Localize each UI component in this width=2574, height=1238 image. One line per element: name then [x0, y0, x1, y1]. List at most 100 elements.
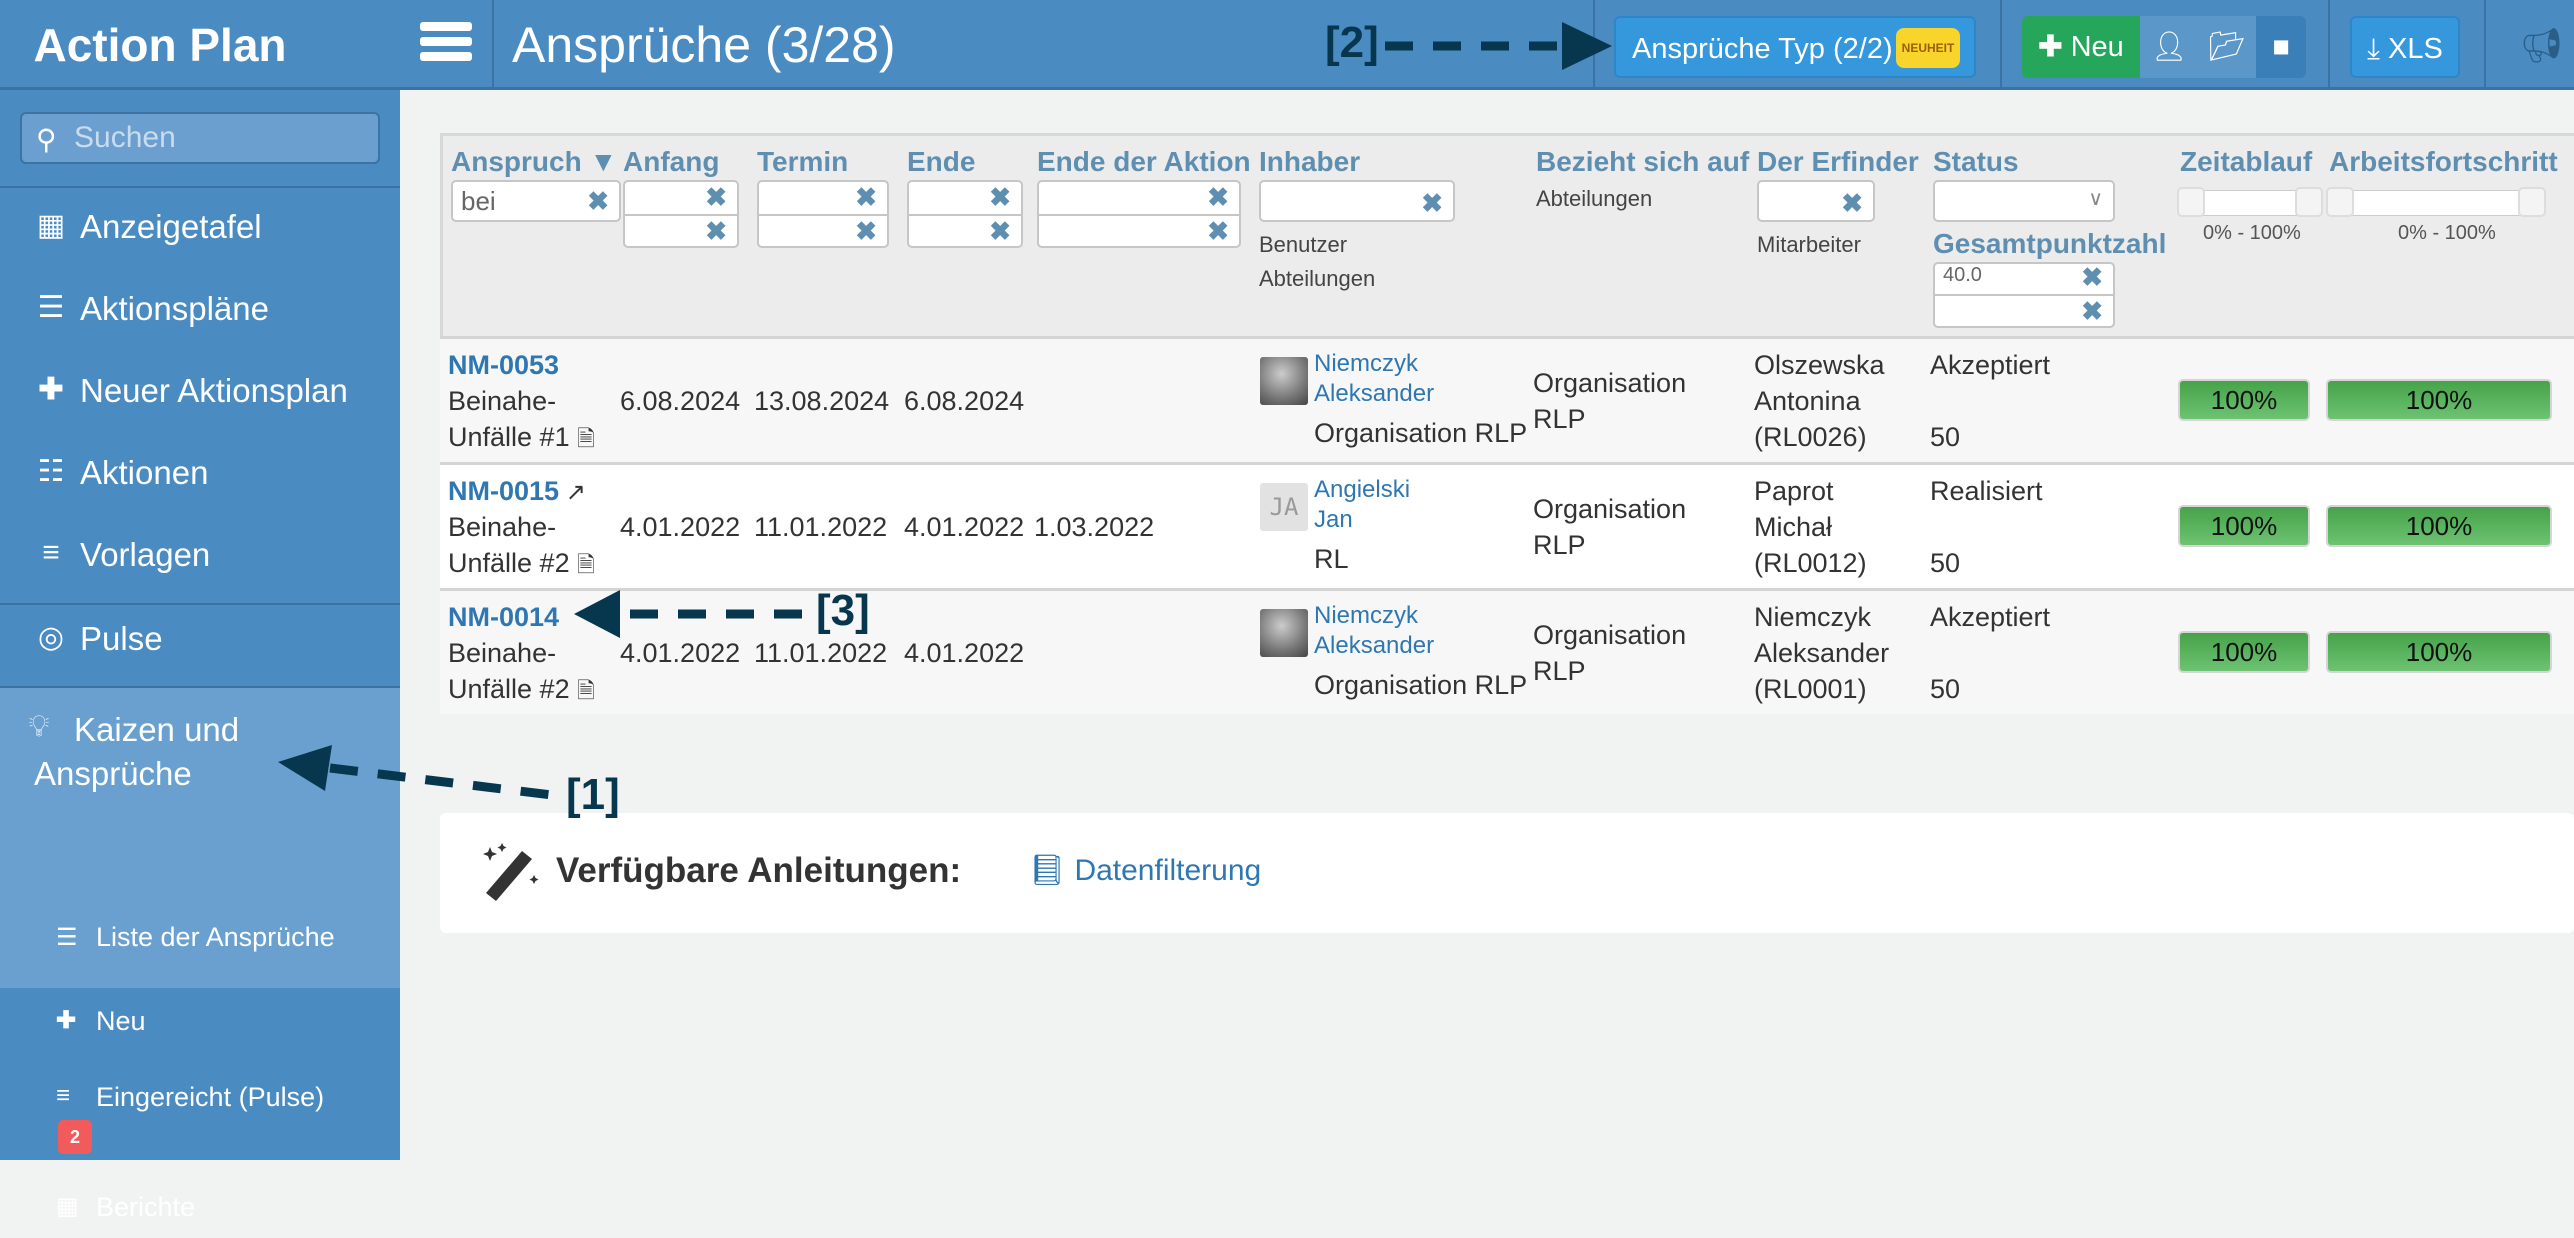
table-row[interactable]: NM-0053 Beinahe- Unfälle #1 🗎︎ 6.08.2024…	[440, 336, 2574, 462]
clear-icon[interactable]: ✖	[1207, 216, 1229, 247]
sidebar-item-label: Anzeigetafel	[80, 208, 262, 245]
clear-icon[interactable]: ✖	[855, 182, 877, 213]
avatar: JA	[1260, 483, 1308, 531]
table-row[interactable]: NM-0014 Beinahe- Unfälle #2 🗎︎ 4.01.2022…	[440, 588, 2574, 714]
sidebar-item-vorlagen[interactable]: ≡ Vorlagen	[0, 536, 400, 596]
menu-toggle-icon[interactable]	[420, 22, 472, 68]
app-brand[interactable]: Action Plan	[0, 0, 400, 90]
sidebar-item-aktionsplaene[interactable]: ☰ Aktionspläne	[0, 290, 400, 350]
owner-last-name-link[interactable]: Angielski	[1314, 475, 1410, 505]
owner-last-name-link[interactable]: Niemczyk	[1314, 349, 1418, 379]
column-header-anspruch[interactable]: Anspruch ▼	[451, 146, 617, 178]
clear-icon[interactable]: ✖	[855, 216, 877, 247]
owner-last-name-link[interactable]: Niemczyk	[1314, 601, 1418, 631]
my-claims-button[interactable]: 👤︎	[2140, 16, 2198, 78]
claim-id-link[interactable]: NM-0014	[448, 602, 559, 632]
clear-icon[interactable]: ✖	[2081, 262, 2103, 293]
search-input[interactable]	[74, 120, 364, 156]
status-filter-select[interactable]: ∨	[1933, 180, 2115, 222]
claims-type-label: Ansprüche Typ (2/2)	[1632, 33, 1893, 65]
inventor-line2: Antonina	[1754, 386, 1861, 416]
column-header-zeitablauf[interactable]: Zeitablauf	[2180, 146, 2312, 178]
inhaber-filter-departments[interactable]: Abteilungen	[1259, 266, 1375, 292]
clear-icon[interactable]: ✖	[1841, 188, 1863, 219]
owner-first-name-link[interactable]: Aleksander	[1314, 631, 1434, 661]
sidebar-item-anzeigetafel[interactable]: ▦ Anzeigetafel	[0, 208, 400, 268]
zeitablauf-slider[interactable]	[2177, 187, 2323, 217]
megaphone-icon[interactable]: 📢︎	[2520, 26, 2563, 66]
sidebar-subitem-eingereicht[interactable]: ≡ Eingereicht (Pulse) 2	[0, 1062, 400, 1172]
owner-first-name-link[interactable]: Jan	[1314, 505, 1353, 535]
clear-icon[interactable]: ✖	[1421, 188, 1443, 219]
time-progress-bar: 100%	[2178, 505, 2310, 547]
sidebar-item-label: Pulse	[80, 620, 163, 657]
anfang-cell: 4.01.2022	[620, 512, 741, 542]
bezieht-filter-departments[interactable]: Abteilungen	[1536, 186, 1652, 212]
export-xls-button[interactable]: ⤓ XLS	[2350, 16, 2460, 78]
sidebar-subitem-label: Neu	[96, 1006, 146, 1036]
external-link-icon[interactable]: ↗	[559, 479, 586, 506]
owner-first-name-link[interactable]: Aleksander	[1314, 379, 1434, 409]
clear-icon[interactable]: ✖	[705, 216, 727, 247]
termin-filter-range[interactable]: ✖ ✖	[757, 180, 889, 248]
new-claim-button[interactable]: ✚ Neu	[2022, 16, 2140, 78]
sidebar-subitem-berichte[interactable]: ▦ Berichte	[0, 1178, 400, 1238]
clear-icon[interactable]: ✖	[2081, 296, 2103, 327]
list-icon: ☰	[56, 924, 78, 951]
time-progress-bar: 100%	[2178, 379, 2310, 421]
inhaber-filter-input[interactable]: ✖	[1259, 180, 1455, 222]
clear-icon[interactable]: ✖	[989, 182, 1011, 213]
sidebar-item-pulse[interactable]: ◎ Pulse	[0, 620, 400, 680]
termin-cell: 13.08.2024	[754, 386, 890, 416]
anfang-filter-range[interactable]: ✖ ✖	[623, 180, 739, 248]
sidebar-item-label: Neuer Aktionsplan	[80, 372, 348, 409]
column-header-termin[interactable]: Termin	[757, 146, 848, 178]
slider-handle-max[interactable]	[2295, 187, 2323, 217]
column-header-anfang[interactable]: Anfang	[623, 146, 719, 178]
claim-id-link[interactable]: NM-0015	[448, 476, 559, 506]
clear-icon[interactable]: ✖	[587, 186, 609, 217]
ende-filter-range[interactable]: ✖ ✖	[907, 180, 1023, 248]
claims-type-button[interactable]: Ansprüche Typ (2/2) NEUHEIT	[1614, 16, 1976, 78]
table-row[interactable]: NM-0015 ↗ Beinahe- Unfälle #2 🗎︎ 4.01.20…	[440, 462, 2574, 588]
sidebar-search[interactable]: ⚲	[20, 112, 380, 164]
folder-button[interactable]: ■	[2256, 16, 2306, 78]
ende-aktion-filter-range[interactable]: ✖ ✖	[1037, 180, 1241, 248]
erfinder-filter-input[interactable]: ✖	[1757, 180, 1875, 222]
inhaber-filter-users[interactable]: Benutzer	[1259, 232, 1347, 258]
arbeitsfortschritt-slider[interactable]	[2326, 187, 2546, 217]
guide-link-label: Datenfilterung	[1074, 854, 1262, 887]
sidebar-item-neuer-aktionsplan[interactable]: ✚ Neuer Aktionsplan	[0, 372, 400, 432]
document-icon[interactable]: 🗎︎	[577, 552, 595, 577]
gesamtpunktzahl-filter-range[interactable]: 40.0 ✖ ✖	[1933, 262, 2115, 328]
sidebar-item-aktionen[interactable]: ☷ Aktionen	[0, 454, 400, 514]
anspruch-filter-input[interactable]: bei ✖	[451, 180, 621, 222]
column-header-ende[interactable]: Ende	[907, 146, 975, 178]
document-icon[interactable]: 🗎︎	[577, 426, 595, 451]
clear-icon[interactable]: ✖	[989, 216, 1011, 247]
document-icon[interactable]: 🗎︎	[577, 678, 595, 703]
column-header-status[interactable]: Status	[1933, 146, 2019, 178]
target-icon: ◎	[37, 621, 65, 654]
column-header-arbeitsfortschritt[interactable]: Arbeitsfortschritt	[2329, 146, 2558, 178]
slider-handle-min[interactable]	[2326, 187, 2354, 217]
sidebar-subitem-neu[interactable]: ✚ Neu	[0, 986, 400, 1062]
slider-handle-max[interactable]	[2518, 187, 2546, 217]
column-header-bezieht[interactable]: Bezieht sich auf	[1536, 146, 1749, 178]
sidebar: ⚲ ▦ Anzeigetafel ☰ Aktionspläne ✚ Neuer …	[0, 90, 400, 1222]
anfang-cell: 4.01.2022	[620, 638, 741, 668]
clear-icon[interactable]: ✖	[1207, 182, 1229, 213]
slider-handle-min[interactable]	[2177, 187, 2205, 217]
erfinder-filter-employees[interactable]: Mitarbeiter	[1757, 232, 1861, 258]
column-header-inhaber[interactable]: Inhaber	[1259, 146, 1360, 178]
claim-id-link[interactable]: NM-0053	[448, 350, 559, 380]
column-header-ende-aktion[interactable]: Ende der Aktion	[1037, 146, 1251, 178]
open-folder-button[interactable]: 📂︎	[2198, 16, 2256, 78]
column-header-gesamtpunktzahl[interactable]: Gesamtpunktzahl	[1933, 228, 2166, 260]
clear-icon[interactable]: ✖	[705, 182, 727, 213]
calendar-icon: ▦	[36, 209, 66, 242]
column-header-erfinder[interactable]: Der Erfinder	[1757, 146, 1919, 178]
guide-link-datenfilterung[interactable]: 📘︎ Datenfilterung	[1028, 853, 1261, 888]
sliders-icon: ☷	[37, 455, 65, 488]
sidebar-subitem-liste[interactable]: ☰ Liste der Ansprüche	[0, 890, 400, 986]
